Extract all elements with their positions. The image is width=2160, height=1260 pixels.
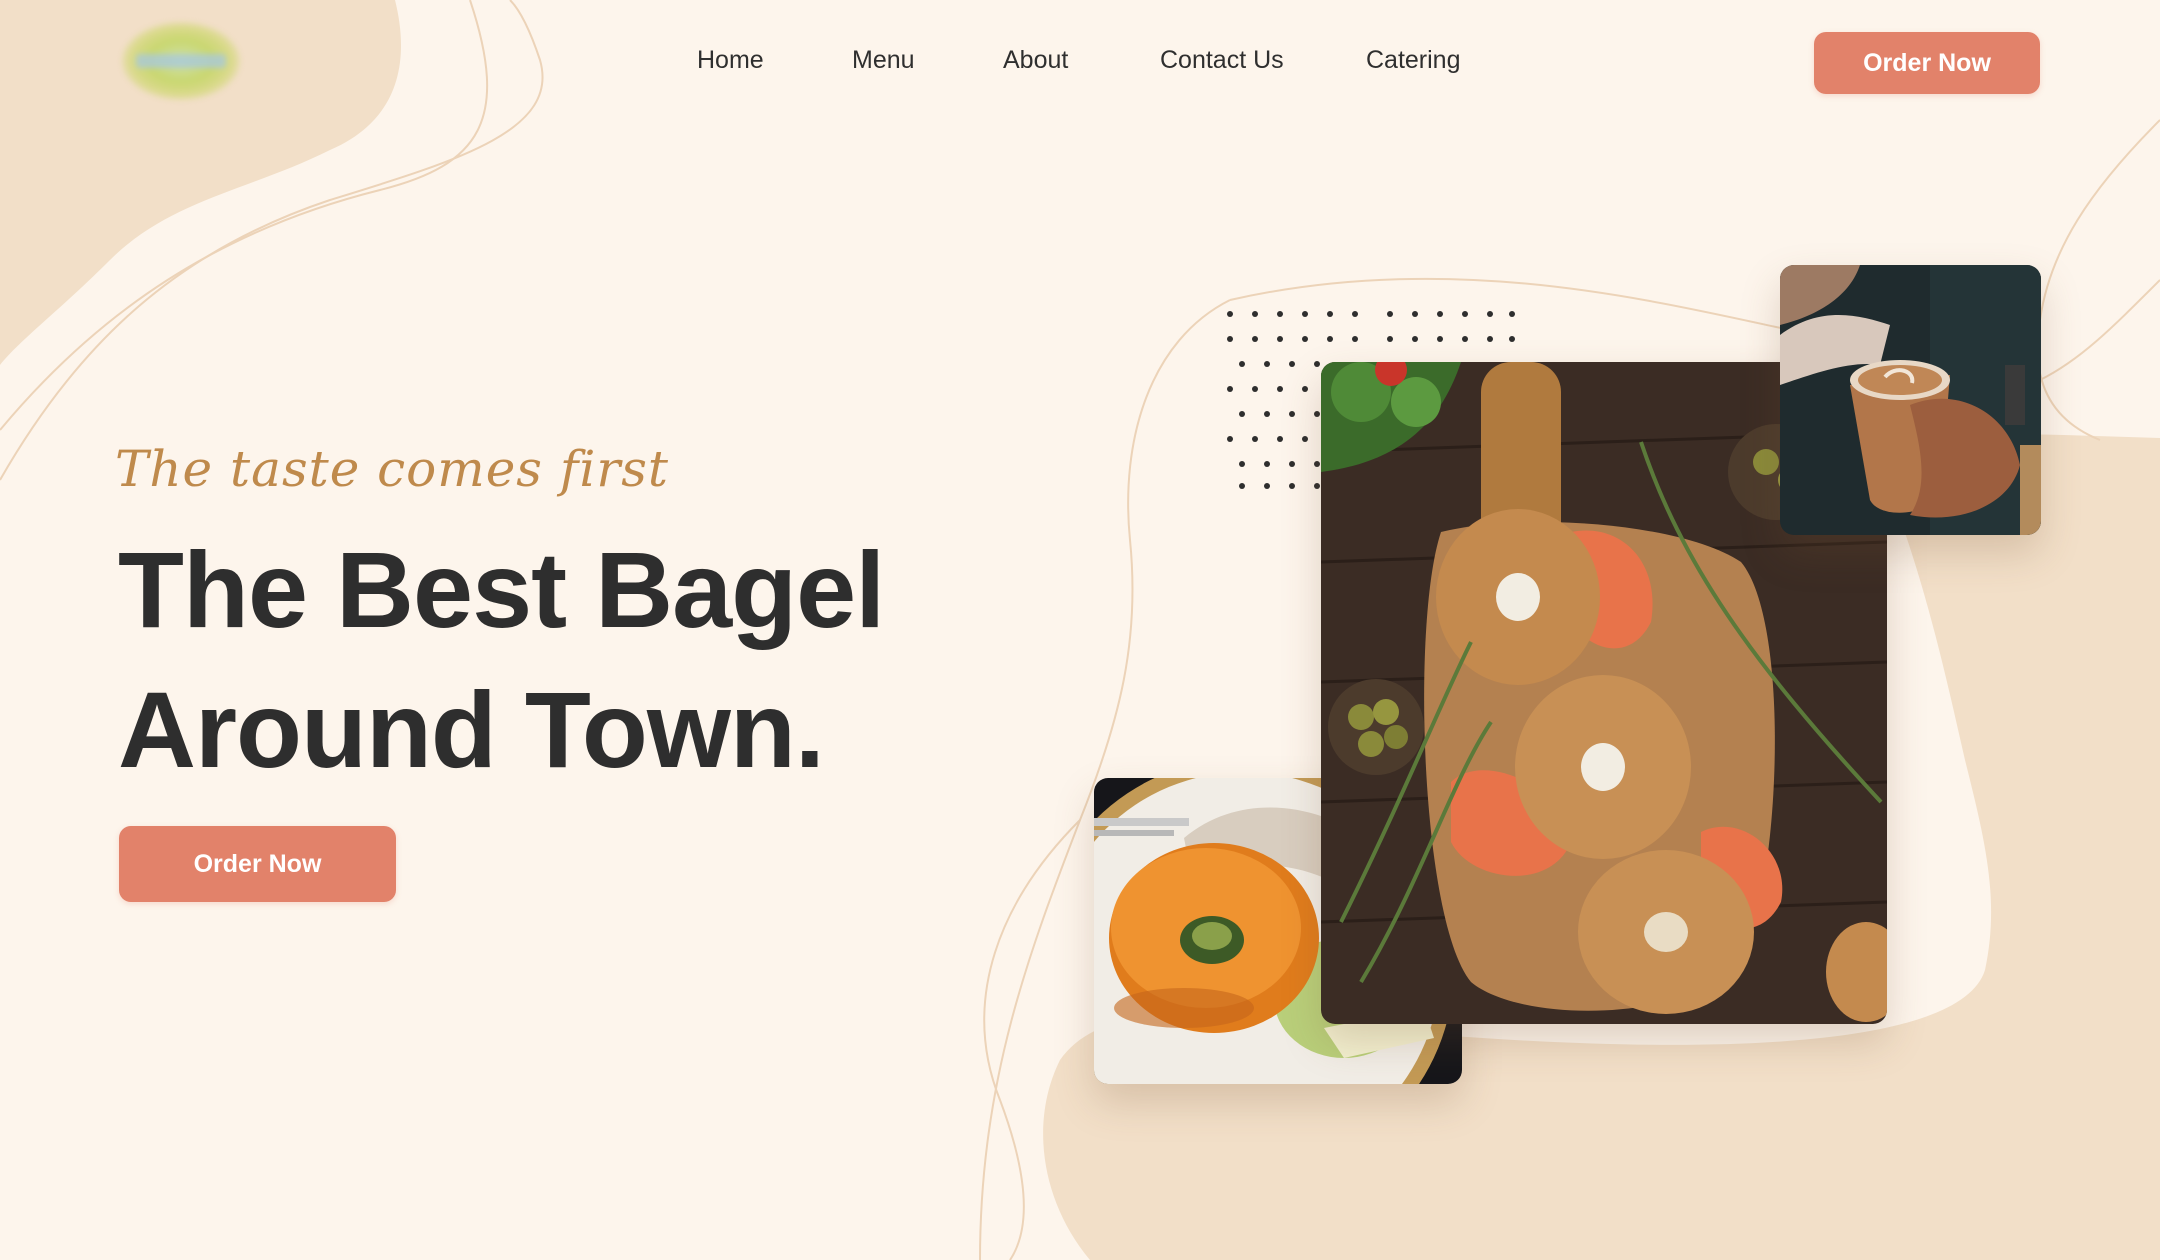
nav-about[interactable]: About xyxy=(1003,46,1068,75)
nav-menu[interactable]: Menu xyxy=(852,46,915,75)
hero-tagline: The taste comes first xyxy=(115,440,669,498)
nav-home[interactable]: Home xyxy=(697,46,764,75)
landing-page: Home Menu About Contact Us Catering Orde… xyxy=(0,0,2160,1260)
hero-order-now-button[interactable]: Order Now xyxy=(119,826,396,902)
hero-headline: The Best Bagel Around Town. xyxy=(118,520,1018,800)
bagel-logo-icon[interactable] xyxy=(122,22,240,100)
nav-contact-us[interactable]: Contact Us xyxy=(1160,46,1284,75)
nav-catering[interactable]: Catering xyxy=(1366,46,1461,75)
latte-cup-in-hand-image xyxy=(1780,265,2041,535)
logo-banner xyxy=(136,54,226,68)
hero-headline-line-1: The Best Bagel xyxy=(118,529,885,650)
header-order-now-button[interactable]: Order Now xyxy=(1814,32,2040,94)
hero-headline-line-2: Around Town. xyxy=(118,669,825,790)
